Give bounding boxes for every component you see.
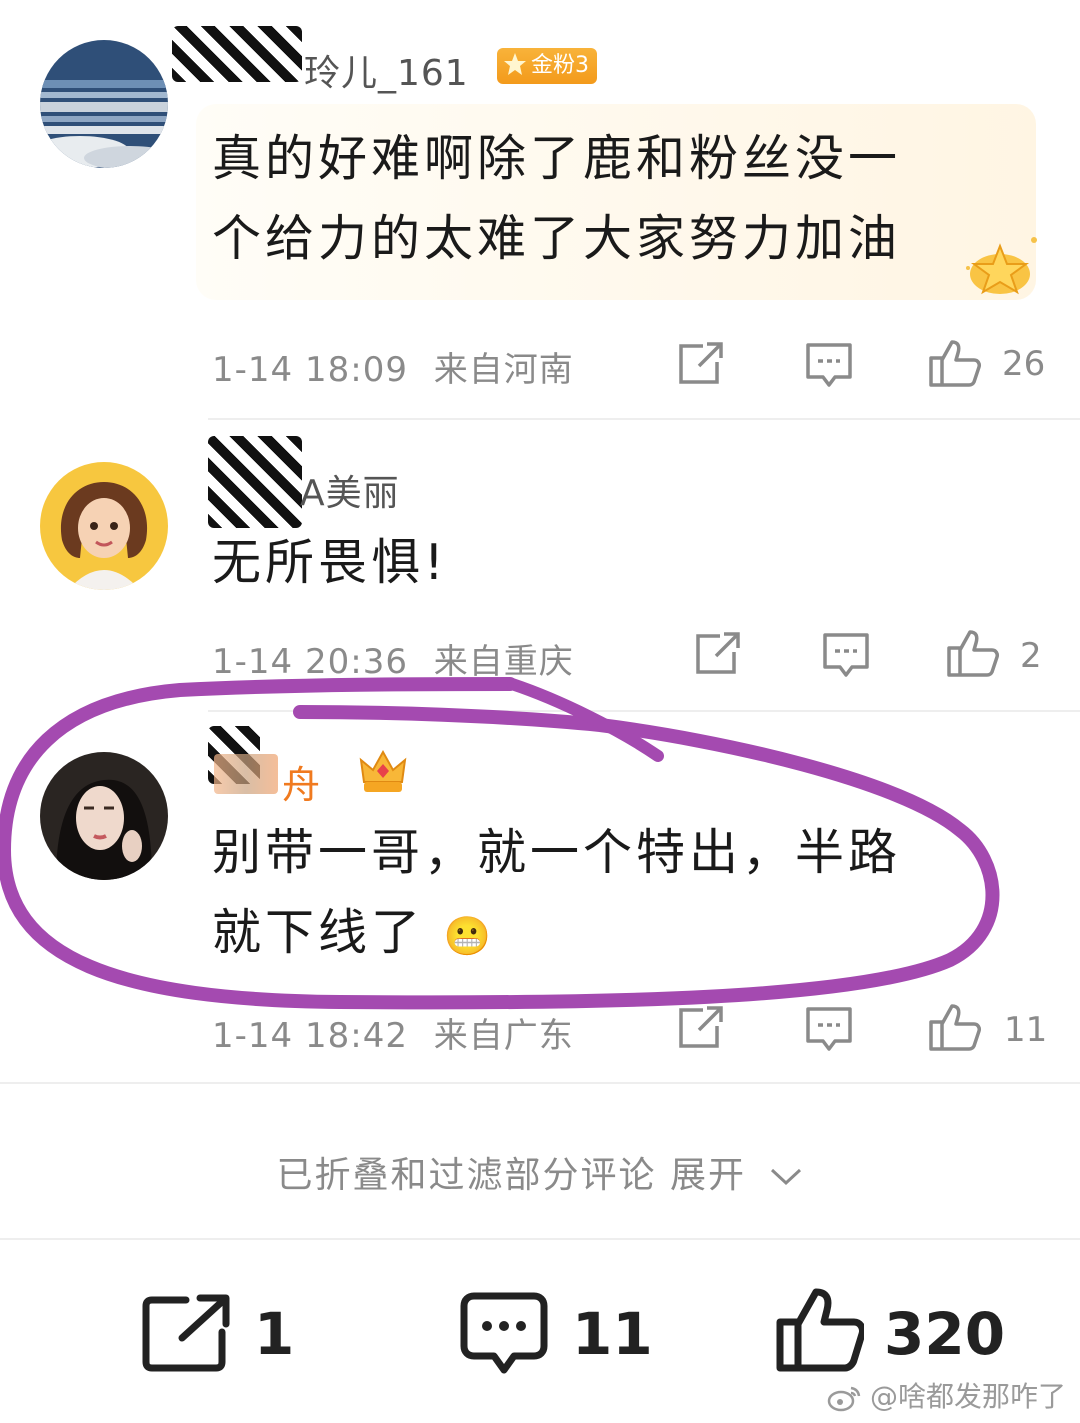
purple-highlight-circle xyxy=(0,677,1000,1010)
weibo-logo-icon xyxy=(827,1386,861,1412)
share-count: 1 xyxy=(254,1300,295,1368)
bottom-like-button[interactable] xyxy=(776,1286,866,1376)
watermark: @啥都发那咋了 xyxy=(827,1375,1066,1415)
collapsed-notice-label: 已折叠和过滤部分评论 展开 xyxy=(276,1155,746,1196)
comment-icon xyxy=(460,1292,548,1374)
watermark-text: @啥都发那咋了 xyxy=(869,1380,1066,1413)
bottom-comment-button[interactable] xyxy=(460,1292,548,1380)
chevron-down-icon xyxy=(771,1168,802,1186)
comment-count: 11 xyxy=(572,1300,653,1368)
divider xyxy=(0,1238,1080,1240)
thumbs-up-icon xyxy=(776,1288,866,1372)
bottom-share-button[interactable] xyxy=(142,1294,232,1378)
like-count: 320 xyxy=(884,1300,1006,1368)
share-icon xyxy=(142,1294,230,1372)
collapsed-comments-notice[interactable]: 已折叠和过滤部分评论 展开 xyxy=(0,1146,1080,1198)
